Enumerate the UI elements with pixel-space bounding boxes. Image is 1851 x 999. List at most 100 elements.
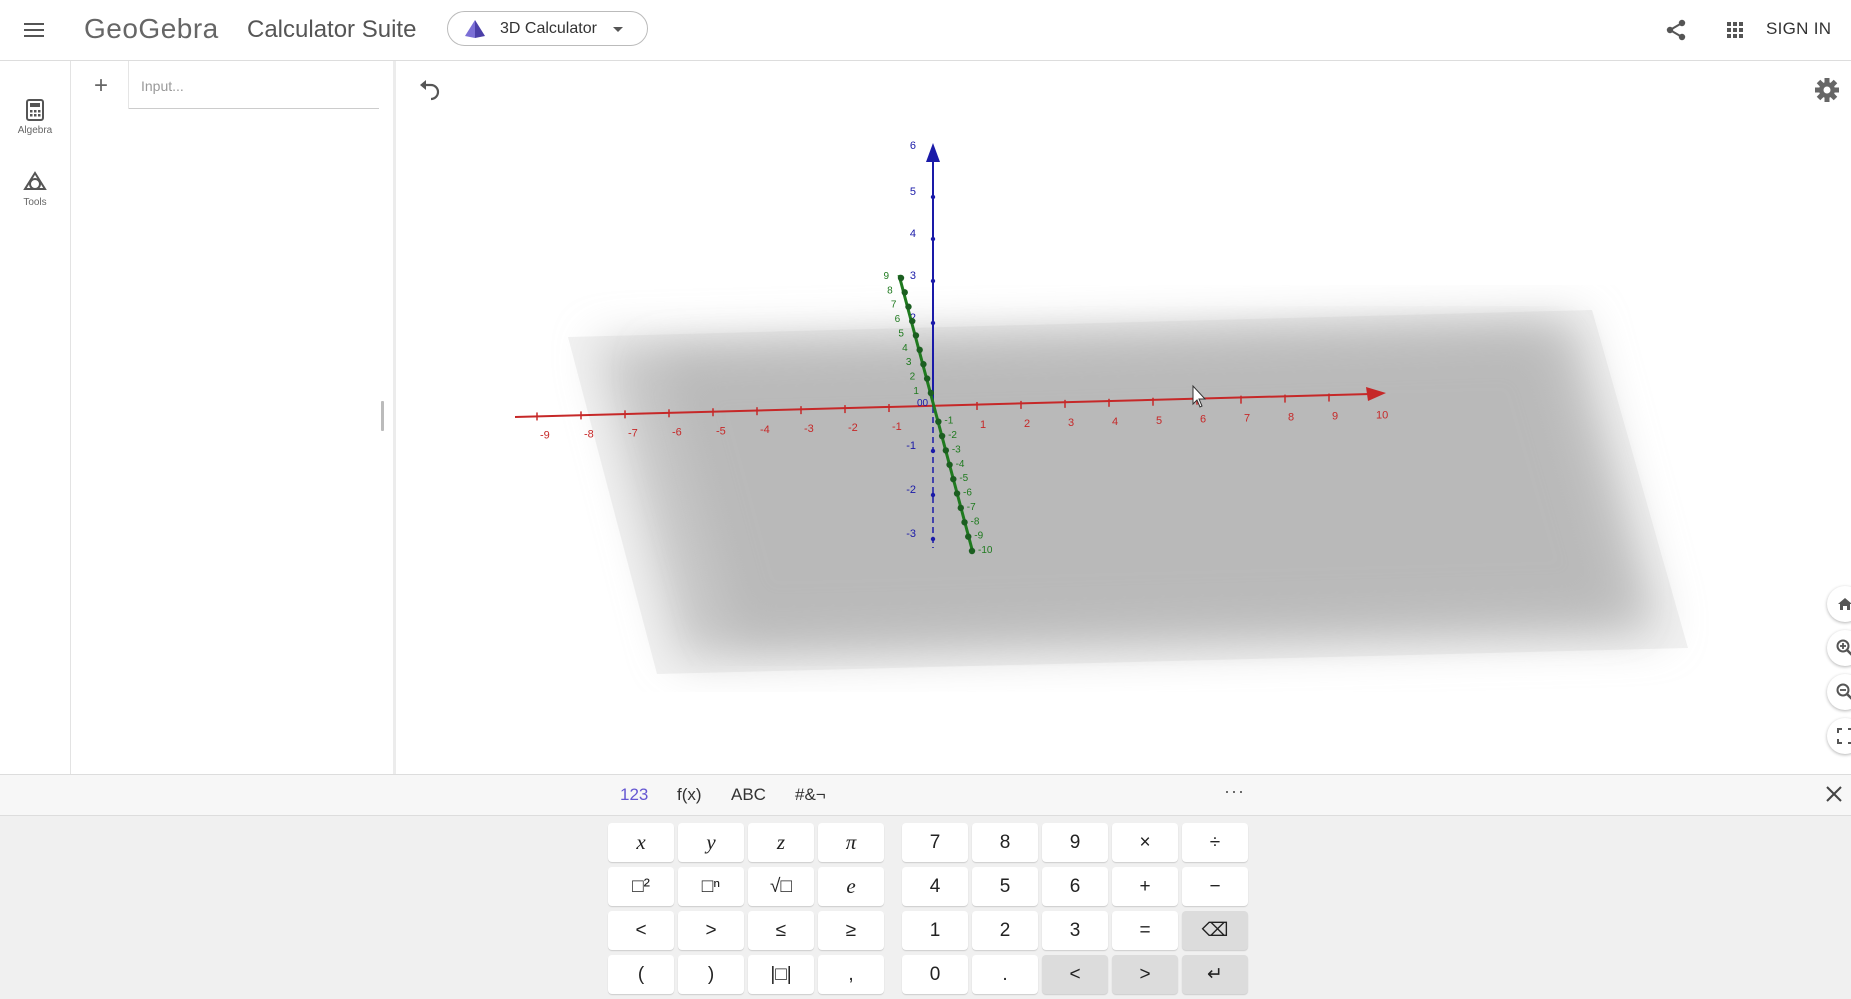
key-greater-equal[interactable]: ≥ (818, 911, 884, 950)
z-tick (930, 492, 936, 498)
key-close-paren[interactable]: ) (678, 955, 744, 994)
app-selector-label: 3D Calculator (500, 19, 597, 37)
y-tick (957, 504, 964, 512)
rail-item-tools[interactable]: Tools (0, 171, 70, 208)
y-tick (912, 332, 920, 339)
z-tick (930, 320, 936, 326)
key-equals[interactable]: = (1112, 911, 1178, 950)
sign-in-button[interactable]: SIGN IN (1766, 19, 1831, 39)
x-tick-label: 8 (1288, 412, 1294, 424)
virtual-keyboard: 123 f(x) ABC #&¬ ··· x y z π □² □ⁿ √□ e … (0, 774, 1851, 999)
key-3[interactable]: 3 (1042, 911, 1108, 950)
y-tick-label: 9 (883, 271, 889, 282)
hamburger-menu-icon[interactable] (20, 16, 48, 44)
cursor-right-key[interactable]: > (1112, 955, 1178, 994)
y-tick-label: -2 (948, 430, 957, 441)
x-tick-label: 3 (1068, 417, 1074, 429)
key-1[interactable]: 1 (902, 911, 968, 950)
z-tick-label: 5 (910, 186, 916, 198)
key-y[interactable]: y (678, 823, 744, 862)
y-tick (920, 361, 927, 368)
z-tick-label: -2 (906, 484, 916, 496)
x-tick-label: 5 (1156, 415, 1162, 427)
key-2[interactable]: 2 (972, 911, 1038, 950)
more-options-button[interactable]: ··· (1224, 781, 1245, 802)
xy-plane (568, 310, 1688, 674)
close-keyboard-icon[interactable] (1825, 785, 1843, 803)
key-plus[interactable]: + (1112, 867, 1178, 906)
y-tick-label: -3 (952, 444, 961, 455)
tab-functions[interactable]: f(x) (677, 785, 702, 805)
apps-grid-icon[interactable] (1721, 16, 1749, 44)
z-tick (930, 536, 936, 542)
key-open-paren[interactable]: ( (608, 955, 674, 994)
y-tick (968, 547, 976, 555)
y-tick-label: 7 (891, 300, 897, 311)
key-7[interactable]: 7 (902, 823, 968, 862)
key-sqrt[interactable]: √□ (748, 867, 814, 906)
key-9[interactable]: 9 (1042, 823, 1108, 862)
key-squared[interactable]: □² (608, 867, 674, 906)
panel-resize-handle[interactable] (381, 401, 384, 431)
x-tick-label: 2 (1024, 418, 1030, 430)
calculator-icon (26, 99, 44, 121)
key-comma[interactable]: , (818, 955, 884, 994)
3d-scene[interactable]: -9 -8 -7 -6 -5 -4 -3 -2 -1 1 2 3 4 5 6 7 8 9 10 2 3 4 5 6 -1 -2 -… (396, 61, 1851, 774)
z-tick (930, 278, 936, 284)
x-tick-label: 7 (1244, 413, 1250, 425)
key-multiply[interactable]: × (1112, 823, 1178, 862)
y-tick-label: -5 (959, 473, 968, 484)
y-tick-label: 4 (902, 343, 908, 354)
z-tick (930, 448, 936, 454)
y-tick (905, 303, 912, 310)
y-tick-label: -7 (967, 502, 976, 513)
key-5[interactable]: 5 (972, 867, 1038, 906)
y-tick (897, 274, 905, 282)
key-greater-than[interactable]: > (678, 911, 744, 950)
home-icon (1838, 598, 1851, 610)
y-tick (901, 289, 908, 296)
key-x[interactable]: x (608, 823, 674, 862)
add-input-button[interactable]: + (89, 72, 113, 100)
key-divide[interactable]: ÷ (1182, 823, 1248, 862)
y-tick-label: -9 (974, 531, 983, 542)
rail-item-label: Tools (23, 197, 47, 208)
key-less-equal[interactable]: ≤ (748, 911, 814, 950)
app-selector-dropdown[interactable]: 3D Calculator (447, 11, 648, 46)
pyramid-icon (465, 19, 485, 38)
input-underline (129, 108, 379, 109)
y-tick-label: 6 (895, 314, 901, 325)
tab-abc[interactable]: ABC (731, 785, 766, 805)
y-tick-label: -1 (944, 416, 953, 427)
key-power[interactable]: □ⁿ (678, 867, 744, 906)
geogebra-logo: GeoGebra (84, 13, 219, 44)
algebra-input[interactable] (139, 71, 383, 101)
key-4[interactable]: 4 (902, 867, 968, 906)
x-tick-label: -8 (584, 428, 594, 440)
key-z[interactable]: z (748, 823, 814, 862)
tab-symbols[interactable]: #&¬ (795, 785, 826, 805)
enter-key[interactable]: ↵ (1182, 955, 1248, 994)
y-tick (935, 418, 942, 425)
key-pi[interactable]: π (818, 823, 884, 862)
backspace-key[interactable]: ⌫ (1182, 911, 1248, 950)
key-0[interactable]: 0 (902, 955, 968, 994)
share-icon[interactable] (1662, 16, 1690, 44)
y-tick (938, 432, 946, 440)
keyboard-tabs: 123 f(x) ABC #&¬ ··· (0, 775, 1851, 816)
algebra-panel: + (71, 61, 396, 774)
key-8[interactable]: 8 (972, 823, 1038, 862)
y-tick (927, 389, 935, 397)
key-minus[interactable]: − (1182, 867, 1248, 906)
tab-123[interactable]: 123 (620, 785, 648, 805)
top-app-bar: GeoGebra Calculator Suite 3D Calculator … (0, 0, 1851, 61)
key-6[interactable]: 6 (1042, 867, 1108, 906)
cursor-left-key[interactable]: < (1042, 955, 1108, 994)
key-less-than[interactable]: < (608, 911, 674, 950)
x-tick-label: -3 (804, 423, 814, 435)
3d-graphics-view[interactable]: -9 -8 -7 -6 -5 -4 -3 -2 -1 1 2 3 4 5 6 7 8 9 10 2 3 4 5 6 -1 -2 -… (396, 61, 1851, 774)
key-decimal[interactable]: . (972, 955, 1038, 994)
key-e[interactable]: e (818, 867, 884, 906)
key-abs[interactable]: |□| (748, 955, 814, 994)
rail-item-algebra[interactable]: Algebra (0, 99, 70, 136)
